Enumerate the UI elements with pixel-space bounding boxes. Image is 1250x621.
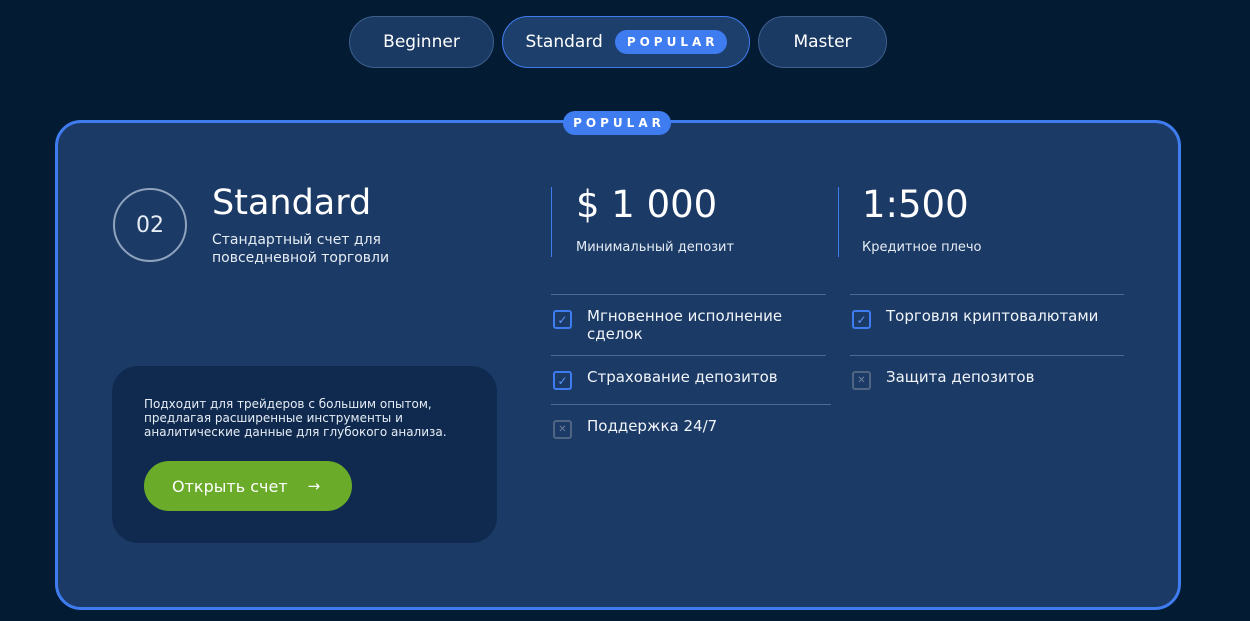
leverage-value: 1:500: [862, 183, 969, 226]
cta-description: Подходит для трейдеров с большим опытом,…: [144, 397, 447, 439]
pricing-page: Beginner Standard POPULAR Master POPULAR…: [0, 0, 1250, 621]
plan-description: Стандартный счет для повседневной торгов…: [212, 232, 390, 266]
cross-icon: ✕: [852, 371, 871, 390]
divider: [551, 404, 831, 405]
min-deposit-label: Минимальный депозит: [576, 240, 735, 255]
divider: [551, 294, 826, 295]
plan-number: 02: [113, 188, 187, 262]
feature-label: Мгновенное исполнение сделок: [587, 307, 783, 343]
feature-item: ✕ Поддержка 24/7: [553, 417, 718, 439]
feature-label: Поддержка 24/7: [587, 417, 718, 435]
feature-item: ✕ Защита депозитов: [852, 368, 1035, 390]
divider: [551, 187, 552, 257]
cross-icon: ✕: [553, 420, 572, 439]
tab-master[interactable]: Master: [758, 16, 887, 68]
cta-panel: [112, 366, 497, 543]
popular-badge: POPULAR: [614, 30, 727, 54]
card-popular-badge: POPULAR: [563, 111, 671, 135]
check-icon: ✓: [553, 371, 572, 390]
feature-label: Страхование депозитов: [587, 368, 778, 386]
divider: [850, 355, 1124, 356]
plan-title: Standard: [212, 183, 372, 223]
leverage-label: Кредитное плечо: [862, 240, 982, 255]
tab-standard[interactable]: Standard POPULAR: [502, 16, 750, 68]
check-icon: ✓: [553, 310, 572, 329]
feature-item: ✓ Страхование депозитов: [553, 368, 778, 390]
tab-label: Master: [793, 32, 852, 52]
open-account-button[interactable]: Открыть счет →: [144, 461, 352, 511]
tab-beginner[interactable]: Beginner: [349, 16, 494, 68]
button-label: Открыть счет: [172, 476, 288, 496]
divider: [551, 355, 826, 356]
feature-label: Защита депозитов: [886, 368, 1035, 386]
min-deposit-value: $ 1 000: [576, 183, 718, 226]
divider: [838, 187, 839, 257]
feature-item: ✓ Торговля криптовалютами: [852, 307, 1099, 329]
check-icon: ✓: [852, 310, 871, 329]
tab-label: Beginner: [383, 32, 460, 52]
divider: [850, 294, 1124, 295]
tab-label: Standard: [525, 32, 603, 52]
arrow-right-icon: →: [307, 477, 321, 495]
feature-label: Торговля криптовалютами: [886, 307, 1099, 325]
feature-item: ✓ Мгновенное исполнение сделок: [553, 307, 802, 343]
